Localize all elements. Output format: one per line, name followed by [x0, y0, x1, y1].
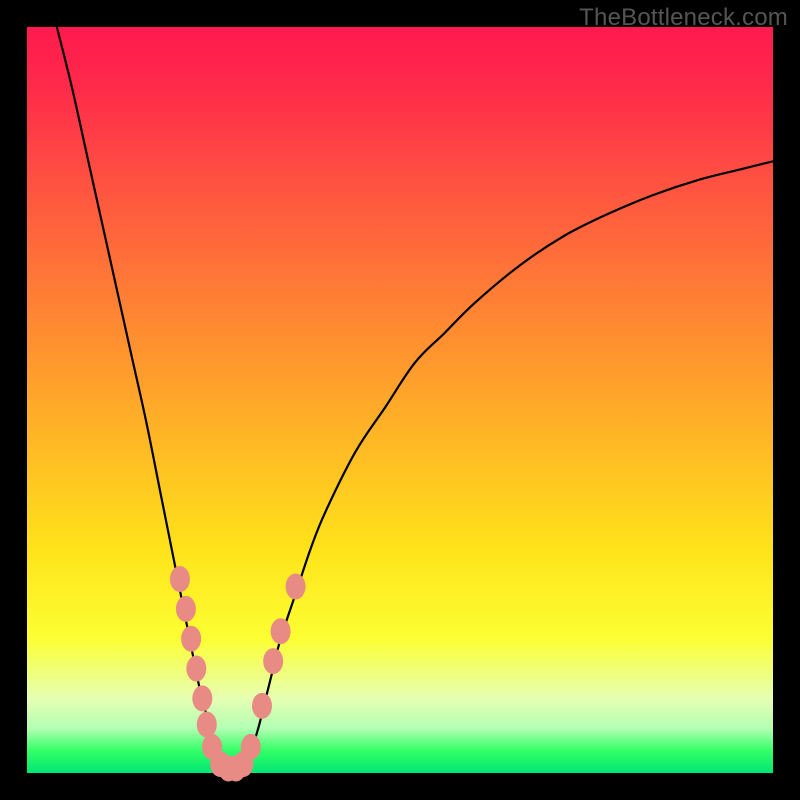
highlight-markers — [170, 566, 306, 781]
curve-right-branch — [243, 161, 773, 765]
highlight-marker — [263, 648, 283, 674]
highlight-marker — [252, 693, 272, 719]
highlight-marker — [176, 596, 196, 622]
highlight-marker — [241, 734, 261, 760]
highlight-marker — [192, 685, 212, 711]
highlight-marker — [181, 626, 201, 652]
highlight-marker — [271, 618, 291, 644]
highlight-marker — [197, 712, 217, 738]
curve-left-branch — [57, 27, 221, 766]
watermark-text: TheBottleneck.com — [579, 4, 788, 32]
highlight-marker — [170, 566, 190, 592]
chart-background — [27, 27, 773, 773]
bottleneck-curve-plot — [27, 27, 773, 773]
highlight-marker — [186, 656, 206, 682]
highlight-marker — [286, 574, 306, 600]
